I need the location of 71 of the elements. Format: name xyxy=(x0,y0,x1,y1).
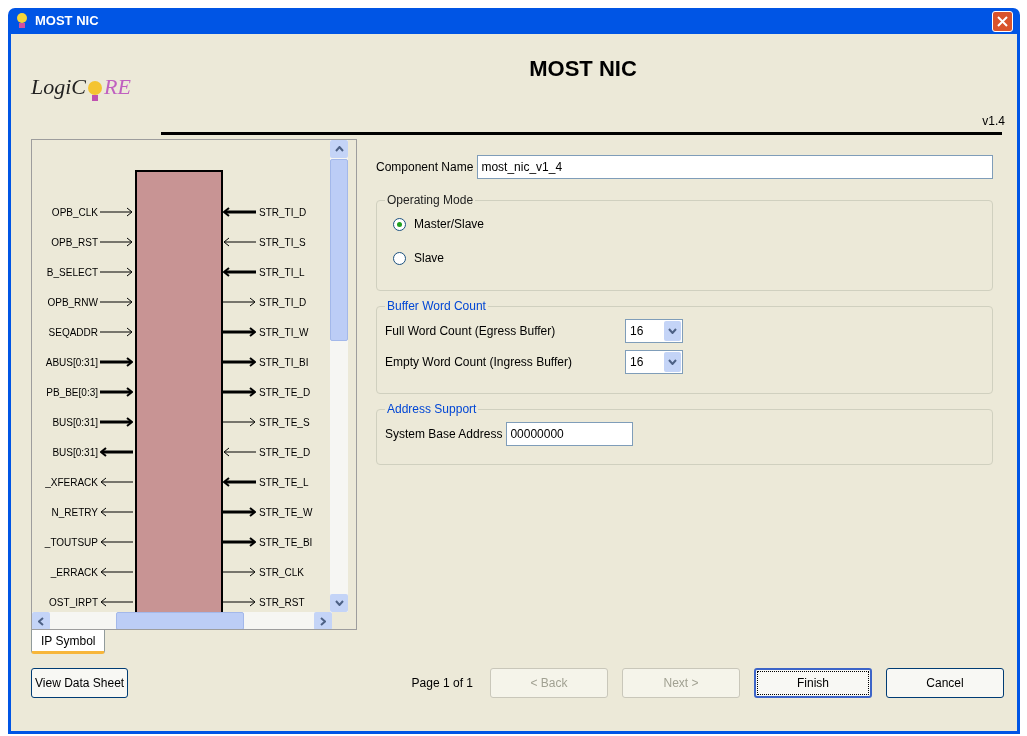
pin-label: _XFERACK xyxy=(44,475,99,490)
dialog-title: MOST NIC xyxy=(529,54,637,83)
pin-label: STR_TE_D xyxy=(258,445,311,460)
pin-label: _ERRACK xyxy=(49,565,99,580)
logo-text: LogiC xyxy=(31,73,87,101)
close-icon xyxy=(997,15,1008,27)
group-title: Operating Mode xyxy=(386,192,475,209)
pin-label: STR_TI_BI xyxy=(258,355,309,370)
version-label: v1.4 xyxy=(982,113,1005,130)
scroll-right-button[interactable] xyxy=(314,612,332,629)
up-chevron-icon xyxy=(334,146,344,152)
logo-text: RE xyxy=(104,73,131,101)
pin-label: PB_BE[0:3] xyxy=(45,385,99,400)
right-chevron-icon xyxy=(320,616,326,626)
pin-label: STR_TI_S xyxy=(258,235,306,250)
page-indicator: Page 1 of 1 xyxy=(411,675,473,692)
pin-label: _TOUTSUP xyxy=(43,535,99,550)
scroll-up-button[interactable] xyxy=(330,140,348,158)
horizontal-scrollbar[interactable] xyxy=(32,612,332,629)
wizard-button[interactable]: Finish xyxy=(754,668,872,698)
down-chevron-icon xyxy=(334,600,344,606)
left-chevron-icon xyxy=(38,616,44,626)
pin-label: OPB_RST xyxy=(50,235,99,250)
close-button[interactable] xyxy=(992,10,1013,32)
pin-label: STR_TI_D xyxy=(258,295,307,310)
radio-button[interactable] xyxy=(393,251,406,265)
pin-label: OPB_CLK xyxy=(50,205,99,220)
group-title: Address Support xyxy=(386,401,478,418)
pin-label: B_SELECT xyxy=(45,265,99,280)
radio-button[interactable] xyxy=(393,217,406,231)
pin-label: BUS[0:31] xyxy=(51,445,99,460)
count-dropdown[interactable]: 16 xyxy=(625,350,683,374)
group-title: Buffer Word Count xyxy=(386,298,487,315)
base-address-field[interactable]: 00000000 xyxy=(506,422,634,446)
pin-label: OPB_RNW xyxy=(46,295,99,310)
field-label: Component Name xyxy=(376,159,474,176)
field-label: System Base Address xyxy=(385,426,503,443)
pin-label: N_RETRY xyxy=(50,505,99,520)
vertical-scrollbar[interactable] xyxy=(330,140,348,612)
scroll-thumb[interactable] xyxy=(116,612,244,629)
pin-label: STR_TE_D xyxy=(258,385,311,400)
lightbulb-icon xyxy=(86,79,105,103)
wizard-button[interactable]: Cancel xyxy=(886,668,1004,698)
field-label: Empty Word Count (Ingress Buffer) xyxy=(385,354,573,371)
scroll-down-button[interactable] xyxy=(330,594,348,612)
down-chevron-icon xyxy=(668,328,677,334)
down-chevron-icon xyxy=(668,359,677,365)
scroll-left-button[interactable] xyxy=(32,612,50,629)
field-label: Full Word Count (Egress Buffer) xyxy=(385,323,557,340)
pin-label: STR_TI_D xyxy=(258,205,307,220)
pin-label: STR_TE_L xyxy=(258,475,309,490)
pin-label: SEQADDR xyxy=(47,325,99,340)
radio-label: Master/Slave xyxy=(414,216,485,233)
window-title: MOST NIC xyxy=(35,12,100,31)
lightbulb-icon xyxy=(15,12,29,30)
pin-label: STR_TE_W xyxy=(258,505,313,520)
view-data-sheet-button[interactable]: View Data Sheet xyxy=(31,668,129,698)
pin-label: BUS[0:31] xyxy=(51,415,99,430)
pin-label: STR_RST xyxy=(258,595,305,610)
pin-label: STR_TI_W xyxy=(258,325,309,340)
radio-label: Slave xyxy=(414,250,445,267)
pin-label: STR_TI_L xyxy=(258,265,305,280)
tab[interactable]: IP Symbol xyxy=(31,630,106,654)
pin-label: STR_CLK xyxy=(258,565,304,580)
component-name-field[interactable]: most_nic_v1_4 xyxy=(477,155,993,179)
pin-label: ABUS[0:31] xyxy=(44,355,99,370)
scroll-thumb[interactable] xyxy=(330,159,348,341)
count-dropdown[interactable]: 16 xyxy=(625,319,683,343)
pin-label: STR_TE_BI xyxy=(258,535,313,550)
pin-label: OST_IRPT xyxy=(48,595,99,610)
pin-label: STR_TE_S xyxy=(258,415,310,430)
